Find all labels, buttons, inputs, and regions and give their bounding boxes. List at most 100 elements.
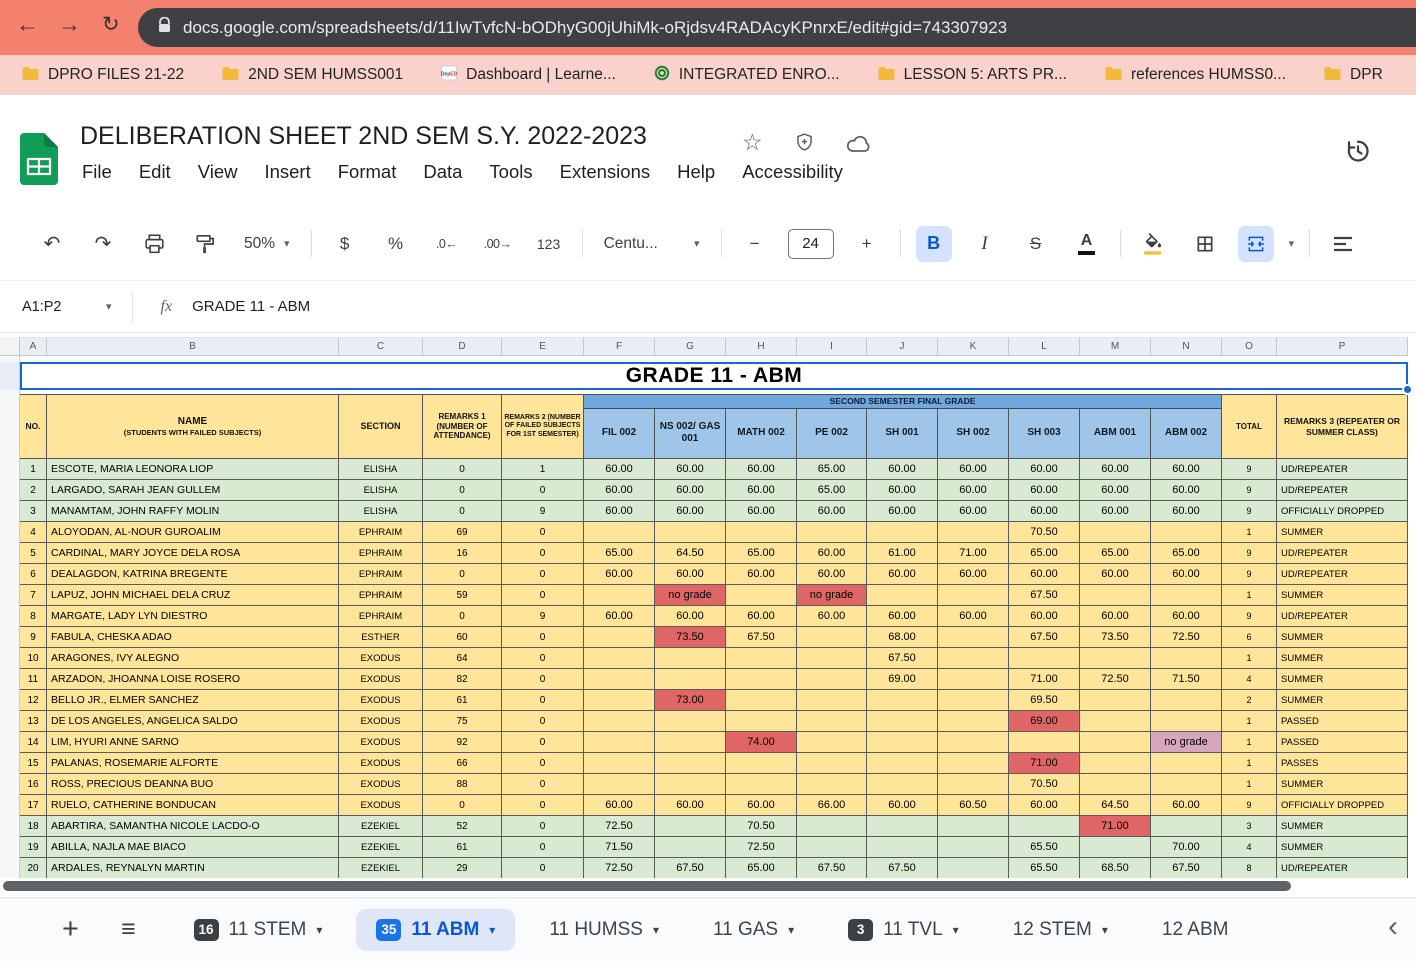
cell-grade[interactable] xyxy=(1080,585,1151,606)
column-header-b[interactable]: B xyxy=(47,337,339,356)
menu-insert[interactable]: Insert xyxy=(264,161,310,183)
cell-section[interactable]: EPHRAIM xyxy=(339,585,423,606)
cell-remarks2[interactable]: 0 xyxy=(502,837,584,858)
cell-grade[interactable]: 69.00 xyxy=(867,669,938,690)
bookmark-dpr[interactable]: DPR xyxy=(1312,62,1395,89)
cell-grade[interactable]: 60.00 xyxy=(726,795,797,816)
cell-grade[interactable] xyxy=(1151,816,1222,837)
cell-grade[interactable]: 72.50 xyxy=(584,858,655,878)
menu-tools[interactable]: Tools xyxy=(489,161,532,183)
cell-name[interactable]: MANAMTAM, JOHN RAFFY MOLIN xyxy=(47,501,339,522)
cell-grade[interactable] xyxy=(1151,648,1222,669)
header-subject-abm-002[interactable]: ABM 002 xyxy=(1151,408,1222,459)
cell-no[interactable]: 20 xyxy=(20,858,47,878)
formula-input[interactable]: GRADE 11 - ABM xyxy=(192,298,310,315)
cell-grade[interactable]: 65.00 xyxy=(584,543,655,564)
cell-total[interactable]: 1 xyxy=(1222,774,1277,795)
cell-grade[interactable] xyxy=(655,753,726,774)
cell-grade[interactable] xyxy=(1151,585,1222,606)
cell-no[interactable]: 19 xyxy=(20,837,47,858)
cell-grade[interactable]: 68.00 xyxy=(867,627,938,648)
cell-remarks1[interactable]: 82 xyxy=(423,669,502,690)
menu-extensions[interactable]: Extensions xyxy=(560,161,651,183)
cell-name[interactable]: FABULA, CHESKA ADAO xyxy=(47,627,339,648)
cell-grade[interactable] xyxy=(655,522,726,543)
column-header-m[interactable]: M xyxy=(1080,337,1151,356)
cell-grade[interactable] xyxy=(797,837,867,858)
cell-no[interactable]: 2 xyxy=(20,480,47,501)
bookmark-dashboard-learne[interactable]: DepED Dashboard | Learne... xyxy=(429,61,628,90)
cell-grade[interactable]: 69.50 xyxy=(1009,690,1080,711)
cell-grade[interactable] xyxy=(726,522,797,543)
column-header-l[interactable]: L xyxy=(1009,337,1080,356)
cell-grade[interactable] xyxy=(797,522,867,543)
header-band[interactable]: SECOND SEMESTER FINAL GRADE xyxy=(584,395,1222,409)
column-header-g[interactable]: G xyxy=(655,337,726,356)
cell-grade[interactable] xyxy=(938,837,1009,858)
cell-no[interactable]: 16 xyxy=(20,774,47,795)
sheet-tab-11-tvl[interactable]: 3 11 TVL ▾ xyxy=(828,909,979,951)
header-subject-fil-002[interactable]: FIL 002 xyxy=(584,408,655,459)
increase-font-size-button[interactable]: + xyxy=(849,226,885,262)
cell-grade[interactable]: 60.00 xyxy=(1151,459,1222,480)
cell-grade[interactable]: 60.00 xyxy=(1080,564,1151,585)
cell-name[interactable]: RUELO, CATHERINE BONDUCAN xyxy=(47,795,339,816)
cell-grade[interactable]: 73.50 xyxy=(1080,627,1151,648)
cell-remarks2[interactable]: 9 xyxy=(502,501,584,522)
cell-grade[interactable]: 65.00 xyxy=(1009,543,1080,564)
cell-grade[interactable] xyxy=(726,648,797,669)
cell-remarks2[interactable]: 0 xyxy=(502,690,584,711)
cell-section[interactable]: ESTHER xyxy=(339,627,423,648)
merge-caret-icon[interactable]: ▾ xyxy=(1289,237,1295,250)
cell-grade[interactable] xyxy=(867,774,938,795)
cell-grade[interactable] xyxy=(1080,711,1151,732)
scroll-tabs-left-icon[interactable]: ‹ xyxy=(1388,912,1398,942)
cell-grade[interactable]: 60.00 xyxy=(797,543,867,564)
cell-remarks2[interactable]: 0 xyxy=(502,522,584,543)
cell-grade[interactable] xyxy=(938,627,1009,648)
cell-section[interactable]: ELISHA xyxy=(339,480,423,501)
cell-grade[interactable]: 72.50 xyxy=(726,837,797,858)
cell-grade[interactable] xyxy=(797,774,867,795)
cell-grade[interactable] xyxy=(797,816,867,837)
cell-grade[interactable] xyxy=(938,669,1009,690)
sheet-tab-11-humss[interactable]: 11 HUMSS ▾ xyxy=(529,909,679,951)
header-section[interactable]: SECTION xyxy=(339,395,423,459)
redo-icon[interactable]: ↷ xyxy=(85,226,121,262)
column-header-i[interactable]: I xyxy=(797,337,867,356)
cell-grade[interactable] xyxy=(584,585,655,606)
cell-grade[interactable] xyxy=(938,774,1009,795)
corner-box[interactable] xyxy=(0,337,20,356)
cell-grade[interactable]: 60.00 xyxy=(1009,606,1080,627)
cell-grade[interactable]: 67.50 xyxy=(867,648,938,669)
cell-grade[interactable]: 60.00 xyxy=(1009,564,1080,585)
cell-grade[interactable]: 67.50 xyxy=(867,858,938,878)
cell-grade[interactable]: 65.50 xyxy=(1009,837,1080,858)
forward-icon[interactable]: → xyxy=(58,13,81,36)
cell-total[interactable]: 1 xyxy=(1222,753,1277,774)
cell-name[interactable]: CARDINAL, MARY JOYCE DELA ROSA xyxy=(47,543,339,564)
cell-no[interactable]: 10 xyxy=(20,648,47,669)
cell-grade[interactable]: 60.00 xyxy=(584,564,655,585)
chevron-down-icon[interactable]: ▾ xyxy=(106,300,112,313)
cell-grade[interactable] xyxy=(938,690,1009,711)
cell-grade[interactable]: 65.50 xyxy=(1009,858,1080,878)
cell-grade[interactable]: 60.00 xyxy=(1151,795,1222,816)
cell-grade[interactable]: 60.00 xyxy=(1009,795,1080,816)
sheet-tab-11-abm[interactable]: 35 11 ABM ▾ xyxy=(356,908,516,951)
cell-total[interactable]: 8 xyxy=(1222,858,1277,878)
cell-remarks2[interactable]: 0 xyxy=(502,585,584,606)
cell-total[interactable]: 6 xyxy=(1222,627,1277,648)
cell-grade[interactable]: 60.00 xyxy=(584,480,655,501)
cell-grade[interactable] xyxy=(1080,753,1151,774)
cell-grade[interactable] xyxy=(1151,774,1222,795)
cell-grade[interactable] xyxy=(938,816,1009,837)
header-subject-pe-002[interactable]: PE 002 xyxy=(797,408,867,459)
cell-section[interactable]: EXODUS xyxy=(339,690,423,711)
cell-grade[interactable] xyxy=(655,732,726,753)
cell-name[interactable]: LAPUZ, JOHN MICHAEL DELA CRUZ xyxy=(47,585,339,606)
cell-grade[interactable] xyxy=(726,690,797,711)
cell-section[interactable]: EXODUS xyxy=(339,711,423,732)
cell-remarks1[interactable]: 69 xyxy=(423,522,502,543)
row-gutter[interactable] xyxy=(0,356,20,878)
